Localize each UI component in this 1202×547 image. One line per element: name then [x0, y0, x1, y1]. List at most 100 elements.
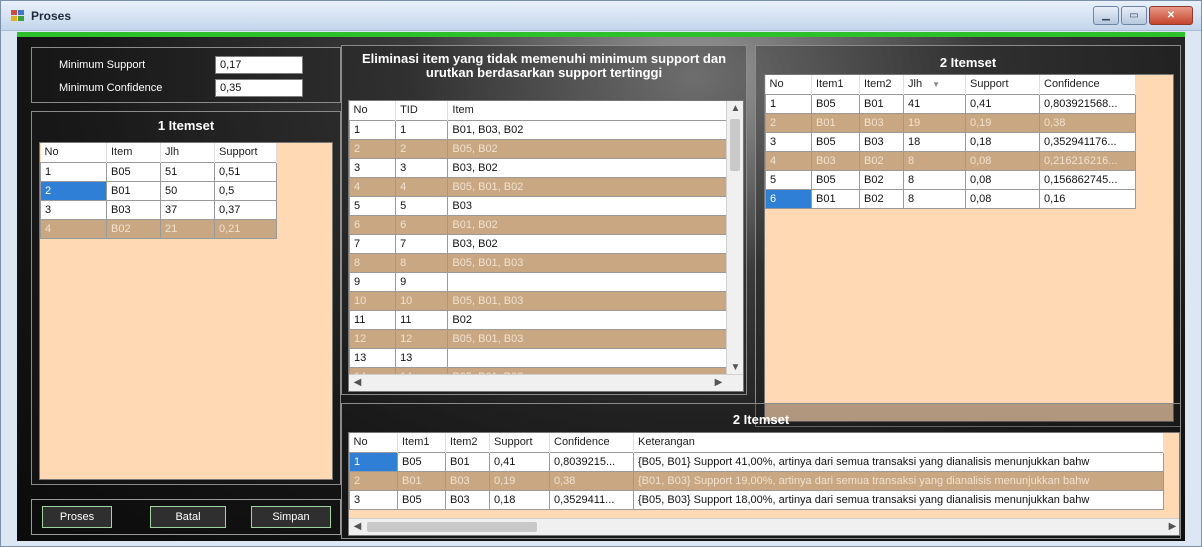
table-cell[interactable]: 0,8039215...	[549, 451, 634, 472]
table-cell[interactable]: 6	[395, 214, 449, 235]
close-button[interactable]: ✕	[1149, 6, 1193, 25]
table-cell[interactable]: B02	[859, 188, 904, 209]
table-row[interactable]: 8 8 B05, B01, B03	[349, 252, 727, 273]
table-row[interactable]: 5 B05 B02 8 0,08 0,156862745...	[765, 169, 1136, 190]
table-cell[interactable]: 11	[349, 309, 397, 330]
table-cell[interactable]: 11	[395, 309, 449, 330]
table-cell[interactable]: 19	[903, 112, 966, 133]
table-cell[interactable]: 0,51	[214, 161, 277, 182]
table-row[interactable]: 1 B05 B01 0,41 0,8039215... {B05, B01} Suppor…	[349, 451, 1164, 472]
table-cell[interactable]: 7	[395, 233, 449, 254]
scroll-down-icon[interactable]: ▼	[728, 361, 743, 375]
table-row[interactable]: 6 6 B01, B02	[349, 214, 727, 235]
table-cell[interactable]: 18	[903, 131, 966, 152]
table-cell[interactable]: 2	[349, 138, 397, 159]
min-support-input[interactable]	[215, 56, 303, 74]
table-cell[interactable]: {B01, B03} Support 19,00%, artinya dari …	[633, 470, 1164, 491]
table-cell[interactable]: 2	[395, 138, 449, 159]
table-cell[interactable]: 3	[349, 489, 398, 510]
result-hscrollbar[interactable]: ◀ ▶	[349, 518, 1179, 535]
batal-button[interactable]: Batal	[150, 506, 226, 528]
table-cell[interactable]: 5	[395, 195, 449, 216]
table-cell[interactable]	[447, 347, 727, 368]
column-header-support[interactable]: Support	[489, 433, 550, 452]
table-cell[interactable]: B02	[106, 218, 161, 239]
table-cell[interactable]: 0,19	[489, 470, 550, 491]
table-cell[interactable]: B05, B01, B03	[447, 328, 727, 349]
table-cell[interactable]: 6	[349, 214, 397, 235]
scroll-thumb[interactable]	[730, 119, 740, 171]
table-row[interactable]: 11 11 B02	[349, 309, 727, 330]
table-cell[interactable]: 12	[349, 328, 397, 349]
table-cell[interactable]: 0,41	[489, 451, 550, 472]
table-cell[interactable]: 21	[160, 218, 215, 239]
table-cell[interactable]: 9	[395, 271, 449, 292]
scroll-right-icon[interactable]: ▶	[1165, 520, 1179, 534]
table-cell[interactable]: 37	[160, 199, 215, 220]
table-row[interactable]: 4 4 B05, B01, B02	[349, 176, 727, 197]
table-cell[interactable]: 6	[765, 188, 812, 209]
table-row[interactable]: 10 10 B05, B01, B03	[349, 290, 727, 311]
table-cell[interactable]: B05, B01, B02	[447, 176, 727, 197]
table-cell[interactable]: B03	[859, 112, 904, 133]
table-row[interactable]: 1 B05 B01 41 0,41 0,803921568...	[765, 93, 1136, 114]
table-cell[interactable]: 0,18	[965, 131, 1040, 152]
table-cell[interactable]: B05	[811, 93, 860, 114]
column-header-support[interactable]: Support	[214, 143, 277, 162]
table-cell[interactable]: B01, B02	[447, 214, 727, 235]
table-cell[interactable]: 2	[40, 180, 107, 201]
column-header-confidence[interactable]: Confidence	[1039, 75, 1136, 94]
table-row[interactable]: 1 B05 51 0,51	[40, 161, 277, 182]
table-cell[interactable]: 3	[40, 199, 107, 220]
table-cell[interactable]: B01	[397, 470, 446, 491]
column-header-no[interactable]: No	[349, 433, 398, 452]
scroll-thumb[interactable]	[367, 522, 537, 532]
minimize-button[interactable]: ▁	[1093, 6, 1119, 25]
result-grid[interactable]: No Item1 Item2 Support Confidence Keterangan …	[348, 432, 1180, 536]
column-header-jlh[interactable]: Jlh ▼	[903, 75, 966, 94]
table-row[interactable]: 4 B02 21 0,21	[40, 218, 277, 239]
table-cell[interactable]: 4	[40, 218, 107, 239]
table-cell[interactable]: 0,08	[965, 169, 1040, 190]
column-header-item2[interactable]: Item2	[859, 75, 904, 94]
column-header-no[interactable]: No	[40, 143, 107, 162]
table-cell[interactable]: 0,08	[965, 150, 1040, 171]
title-bar[interactable]: Proses ▁ ▭ ✕	[1, 1, 1201, 31]
column-header-item1[interactable]: Item1	[397, 433, 446, 452]
table-cell[interactable]: 0,19	[965, 112, 1040, 133]
table-cell[interactable]: 0,3529411...	[549, 489, 634, 510]
table-cell[interactable]: 3	[765, 131, 812, 152]
table-cell[interactable]: 0,803921568...	[1039, 93, 1136, 114]
table-cell[interactable]: 12	[395, 328, 449, 349]
table-row[interactable]: 2 B01 B03 19 0,19 0,38	[765, 112, 1136, 133]
table-cell[interactable]: 13	[395, 347, 449, 368]
column-header-support[interactable]: Support	[965, 75, 1040, 94]
table-cell[interactable]: B03	[106, 199, 161, 220]
eliminasi-grid[interactable]: No TID Item 1 1 B01, B03, B02 2 2 B05, B02 3 3 B03…	[348, 100, 744, 392]
table-cell[interactable]: 0,41	[965, 93, 1040, 114]
table-cell[interactable]: 1	[40, 161, 107, 182]
table-row[interactable]: 12 12 B05, B01, B03	[349, 328, 727, 349]
table-cell[interactable]: 50	[160, 180, 215, 201]
table-cell[interactable]: 13	[349, 347, 397, 368]
table-cell[interactable]: B02	[447, 309, 727, 330]
table-cell[interactable]: B01	[811, 112, 860, 133]
column-header-no[interactable]: No	[349, 101, 397, 120]
table-cell[interactable]: 0,38	[1039, 112, 1136, 133]
table-cell[interactable]: 8	[903, 188, 966, 209]
table-row[interactable]: 2 B01 B03 0,19 0,38 {B01, B03} Support 19,00%…	[349, 470, 1164, 491]
table-cell[interactable]: {B05, B03} Support 18,00%, artinya dari …	[633, 489, 1164, 510]
column-header-no[interactable]: No	[765, 75, 812, 94]
scroll-left-icon[interactable]: ◀	[350, 520, 365, 534]
table-cell[interactable]: 0,38	[549, 470, 634, 491]
table-cell[interactable]: B01	[811, 188, 860, 209]
table-row[interactable]: 99	[349, 271, 727, 292]
table-cell[interactable]: 41	[903, 93, 966, 114]
scroll-right-icon[interactable]: ▶	[711, 376, 726, 390]
table-cell[interactable]: B03	[811, 150, 860, 171]
table-cell[interactable]: 4	[765, 150, 812, 171]
table-cell[interactable]: 8	[349, 252, 397, 273]
table-cell[interactable]: 0,18	[489, 489, 550, 510]
min-confidence-input[interactable]	[215, 79, 303, 97]
table-cell[interactable]: 3	[395, 157, 449, 178]
